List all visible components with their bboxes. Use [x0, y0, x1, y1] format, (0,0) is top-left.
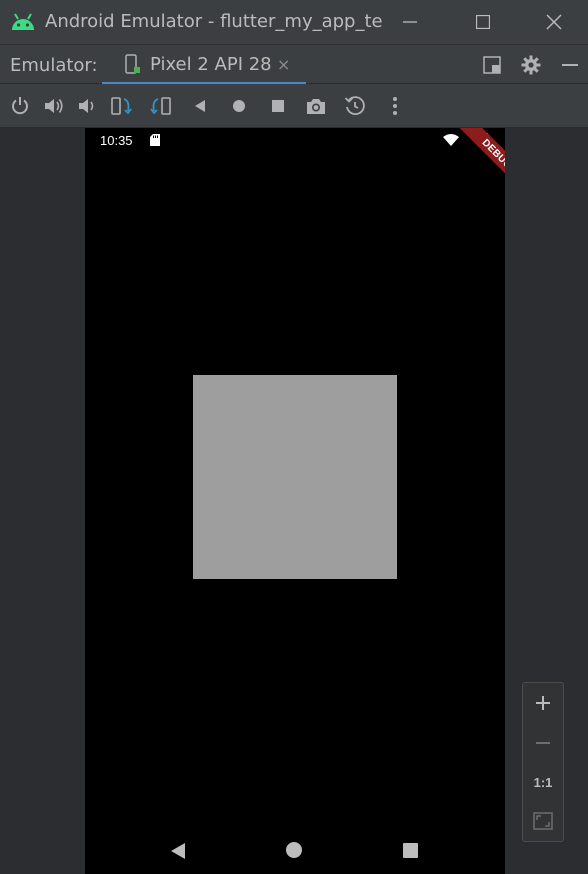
rotate-left-button[interactable] — [110, 94, 134, 118]
tab-label: Pixel 2 API 28 — [150, 54, 272, 75]
hide-panel-button[interactable] — [559, 54, 581, 76]
status-time: 10:35 — [100, 133, 133, 148]
rotate-left-icon — [111, 97, 132, 115]
rotate-right-icon — [150, 97, 171, 115]
home-button[interactable] — [227, 94, 251, 118]
tab-close-icon[interactable]: × — [277, 57, 290, 73]
device-icon — [125, 54, 140, 74]
power-icon — [12, 97, 28, 115]
gear-icon — [521, 55, 541, 75]
close-icon — [546, 14, 562, 30]
back-icon — [195, 100, 205, 112]
zoom-one-to-one-label: 1:1 — [533, 774, 553, 790]
back-button[interactable] — [188, 94, 212, 118]
volume-up-button[interactable] — [42, 94, 66, 118]
zoom-out-button[interactable] — [523, 725, 563, 761]
window-titlebar: Android Emulator - flutter_my_app_te — [0, 0, 588, 44]
home-icon — [233, 100, 245, 112]
window-title: Android Emulator - flutter_my_app_te — [45, 11, 383, 32]
overview-icon — [272, 100, 284, 112]
snapshot-button[interactable] — [343, 94, 367, 118]
close-window-button[interactable] — [534, 8, 574, 36]
emulator-toolbar — [0, 84, 588, 128]
volume-up-icon — [45, 99, 63, 113]
screenshot-button[interactable] — [304, 94, 328, 118]
maximize-icon — [476, 15, 490, 29]
overview-button[interactable] — [266, 94, 290, 118]
android-icon — [12, 13, 34, 30]
wifi-icon — [443, 134, 459, 146]
emulator-tabbar: Emulator: Pixel 2 API 28 × — [0, 44, 588, 85]
volume-down-button[interactable] — [75, 94, 99, 118]
volume-down-icon — [79, 99, 94, 113]
tab-pixel-2-api-28[interactable]: Pixel 2 API 28 × — [102, 45, 306, 85]
device-screen[interactable]: 10:35 DEBUG — [85, 128, 505, 874]
more-icon — [393, 97, 397, 115]
camera-icon — [307, 99, 325, 114]
zoom-panel: 1:1 — [522, 682, 564, 842]
fit-screen-icon — [533, 812, 553, 830]
grey-square-container — [193, 375, 397, 579]
settings-button[interactable] — [520, 54, 542, 76]
nav-recents-icon[interactable] — [403, 843, 418, 858]
nav-back-icon[interactable] — [170, 842, 186, 860]
rotate-right-button[interactable] — [148, 94, 172, 118]
minimize-panel-icon — [562, 64, 578, 66]
layout-button[interactable] — [481, 54, 503, 76]
debug-banner-label: DEBUG — [479, 136, 505, 172]
minimize-button[interactable] — [390, 8, 430, 36]
zoom-in-button[interactable] — [523, 685, 563, 721]
power-button[interactable] — [8, 94, 32, 118]
emulator-label: Emulator: — [10, 55, 98, 76]
sd-card-icon — [150, 134, 160, 146]
zoom-fit-button[interactable] — [523, 803, 563, 839]
more-button[interactable] — [383, 94, 407, 118]
minus-icon — [536, 742, 550, 744]
minimize-icon — [403, 21, 417, 23]
plus-icon — [536, 696, 550, 710]
zoom-one-to-one-button[interactable]: 1:1 — [523, 764, 563, 800]
maximize-button[interactable] — [463, 8, 503, 36]
layout-icon — [483, 56, 501, 74]
nav-home-icon[interactable] — [286, 842, 302, 858]
snapshot-icon — [344, 96, 365, 116]
